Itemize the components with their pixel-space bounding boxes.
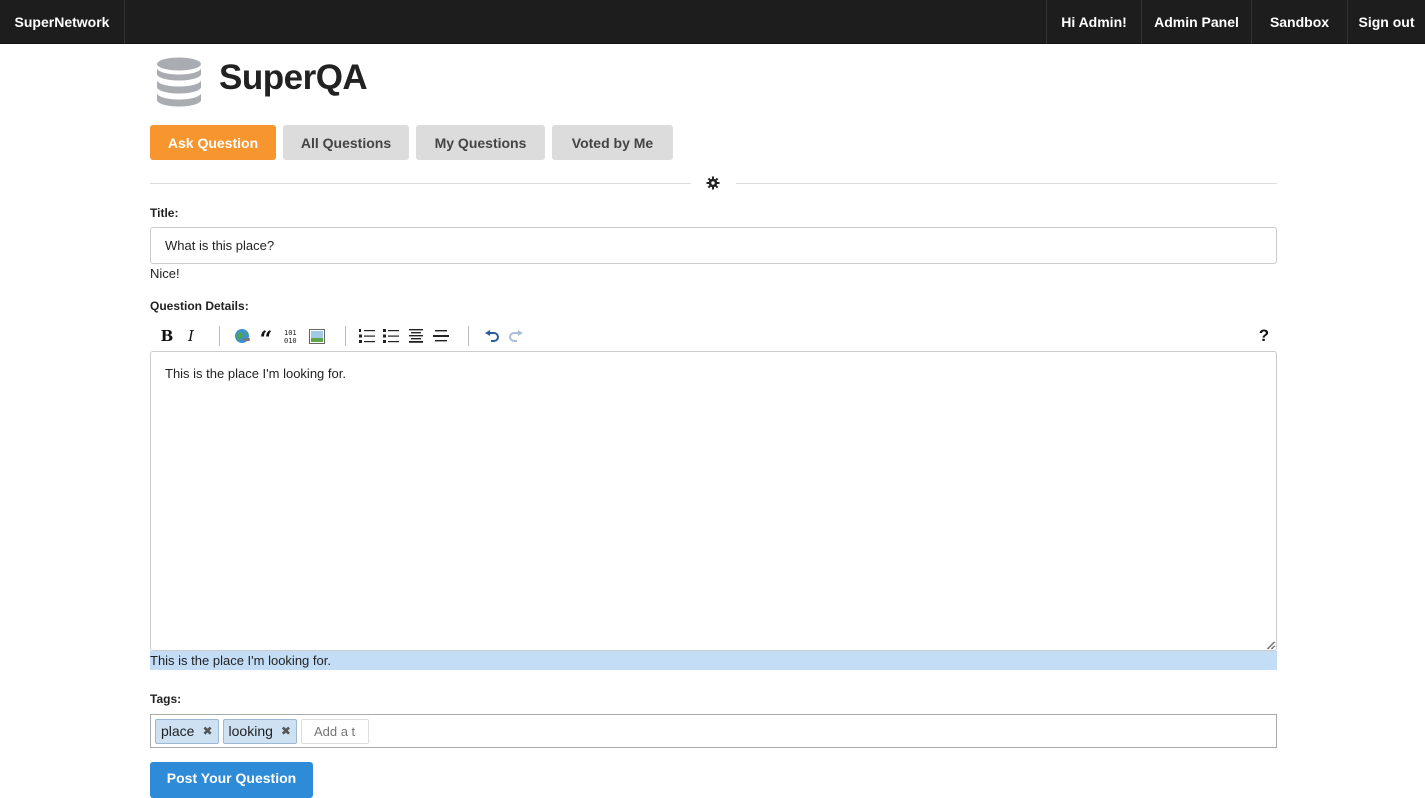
horizontal-rule-icon [433, 329, 449, 341]
globe-link-icon [234, 328, 250, 343]
nav-sign-out[interactable]: Sign out [1347, 0, 1425, 44]
tab-my-questions[interactable]: My Questions [416, 125, 545, 160]
redo-button[interactable] [506, 326, 526, 346]
post-question-button[interactable]: Post Your Question [150, 762, 313, 798]
heading-button[interactable] [406, 326, 426, 346]
bullet-list-icon [383, 329, 399, 343]
tag-label: place [161, 723, 195, 739]
editor-toolbar: B I “ 101 010 ? [150, 322, 1277, 351]
title-label: Title: [150, 206, 179, 220]
toolbar-separator [219, 326, 220, 346]
redo-icon [509, 330, 523, 342]
tags-input-box[interactable]: place ✖ looking ✖ [150, 714, 1277, 748]
numbered-list-button[interactable] [357, 326, 377, 346]
tag-chip: looking ✖ [222, 718, 297, 744]
resize-grip-icon[interactable] [1265, 640, 1275, 650]
bullet-list-button[interactable] [381, 326, 401, 346]
nav-sandbox[interactable]: Sandbox [1251, 0, 1347, 44]
italic-button[interactable]: I [181, 326, 201, 346]
quote-button[interactable]: “ [256, 326, 276, 351]
top-navbar: SuperNetwork Hi Admin! Admin Panel Sandb… [0, 0, 1425, 44]
svg-text:010: 010 [284, 337, 297, 344]
undo-icon [485, 330, 499, 342]
app-title: SuperQA [219, 58, 368, 97]
help-button[interactable]: ? [1254, 326, 1274, 346]
title-feedback: Nice! [150, 266, 180, 281]
database-icon [157, 57, 201, 107]
nav-right: Hi Admin! Admin Panel Sandbox Sign out [1046, 0, 1425, 44]
question-details-textarea[interactable]: This is the place I'm looking for. [150, 351, 1277, 651]
tags-label: Tags: [150, 692, 182, 706]
tab-all-questions[interactable]: All Questions [283, 125, 409, 160]
tab-ask-question[interactable]: Ask Question [150, 125, 276, 160]
numbered-list-icon [359, 329, 375, 343]
divider-right [736, 183, 1277, 184]
title-input[interactable] [150, 227, 1277, 264]
gear-icon[interactable] [705, 175, 721, 191]
heading-icon [409, 328, 423, 343]
code-icon: 101 010 [284, 329, 297, 344]
tab-voted-by-me[interactable]: Voted by Me [552, 125, 673, 160]
nav-greeting[interactable]: Hi Admin! [1046, 0, 1141, 44]
remove-tag-icon[interactable]: ✖ [202, 724, 212, 738]
add-tag-input[interactable] [300, 718, 369, 744]
image-icon [309, 328, 325, 344]
tag-chip: place ✖ [155, 718, 219, 744]
remove-tag-icon[interactable]: ✖ [281, 724, 291, 738]
svg-text:101: 101 [284, 329, 297, 337]
toolbar-separator [345, 326, 346, 346]
code-button[interactable]: 101 010 [281, 326, 301, 346]
divider-left [150, 183, 691, 184]
details-label: Question Details: [150, 299, 249, 313]
link-button[interactable] [232, 326, 252, 346]
nav-admin-panel[interactable]: Admin Panel [1141, 0, 1251, 44]
horizontal-rule-button[interactable] [431, 326, 451, 346]
toolbar-separator [468, 326, 469, 346]
tab-bar: Ask Question All Questions My Questions … [150, 125, 673, 160]
details-preview: This is the place I'm looking for. [150, 651, 1277, 670]
brand-link[interactable]: SuperNetwork [0, 0, 125, 44]
image-button[interactable] [307, 326, 327, 346]
undo-button[interactable] [482, 326, 502, 346]
bold-button[interactable]: B [157, 326, 177, 346]
tag-label: looking [228, 723, 273, 739]
